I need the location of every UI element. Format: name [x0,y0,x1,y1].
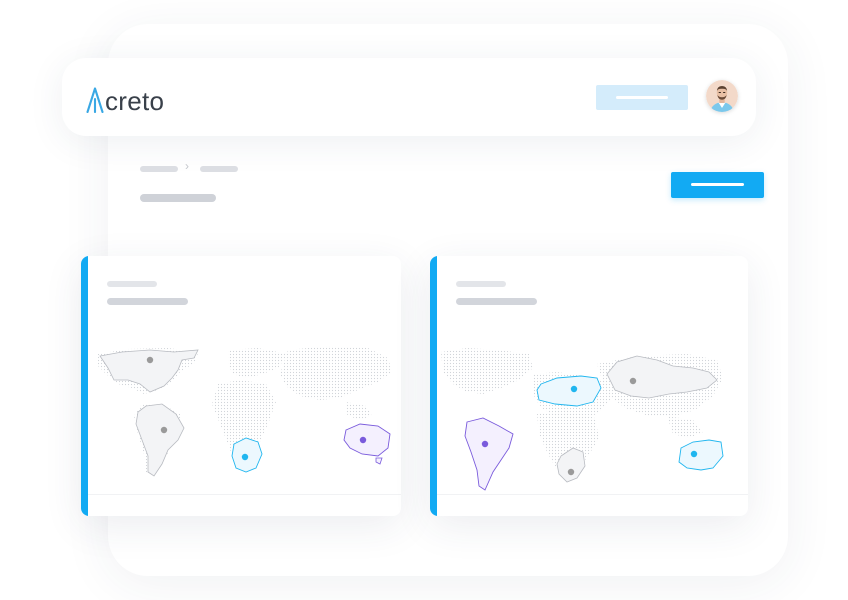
card-footer-divider [88,494,401,495]
card-footer-divider [437,494,748,495]
region-marker-cyan[interactable] [570,385,578,393]
top-action-button[interactable] [596,85,688,110]
primary-action-button[interactable] [671,172,764,198]
breadcrumb-item-placeholder[interactable] [200,166,238,172]
region-map-card[interactable] [81,256,401,516]
page-header: › [120,142,784,212]
region-marker-gray[interactable] [146,356,154,364]
map-region-australia[interactable] [343,423,391,465]
top-navigation-bar: creto [62,58,756,136]
region-marker-gray[interactable] [567,468,575,476]
map-region-south-america[interactable] [135,403,185,477]
card-title-placeholder [456,298,537,305]
card-label-placeholder [456,281,506,287]
world-map [441,348,724,491]
map-region-south-america[interactable] [464,417,514,491]
world-map [98,346,392,477]
button-label-placeholder [691,183,744,186]
user-avatar[interactable] [706,80,738,112]
map-region-australia[interactable] [678,439,724,471]
app-logo[interactable]: creto [86,80,164,114]
region-marker-gray[interactable] [629,377,637,385]
region-marker-purple[interactable] [359,436,367,444]
card-title-placeholder [107,298,188,305]
acreto-a-logo-icon [86,87,104,113]
region-map-card[interactable] [430,256,748,516]
card-accent-bar [430,256,437,516]
map-region-north-america[interactable] [99,349,199,393]
region-marker-cyan[interactable] [690,450,698,458]
page-title-placeholder [140,194,216,202]
region-marker-purple[interactable] [481,440,489,448]
region-marker-cyan[interactable] [241,453,249,461]
chevron-right-icon: › [185,159,189,173]
region-marker-gray[interactable] [160,426,168,434]
card-label-placeholder [107,281,157,287]
user-avatar-icon [706,80,738,112]
button-label-placeholder [616,96,668,99]
logo-text: creto [105,86,165,116]
breadcrumb-item-placeholder[interactable] [140,166,178,172]
card-accent-bar [81,256,88,516]
